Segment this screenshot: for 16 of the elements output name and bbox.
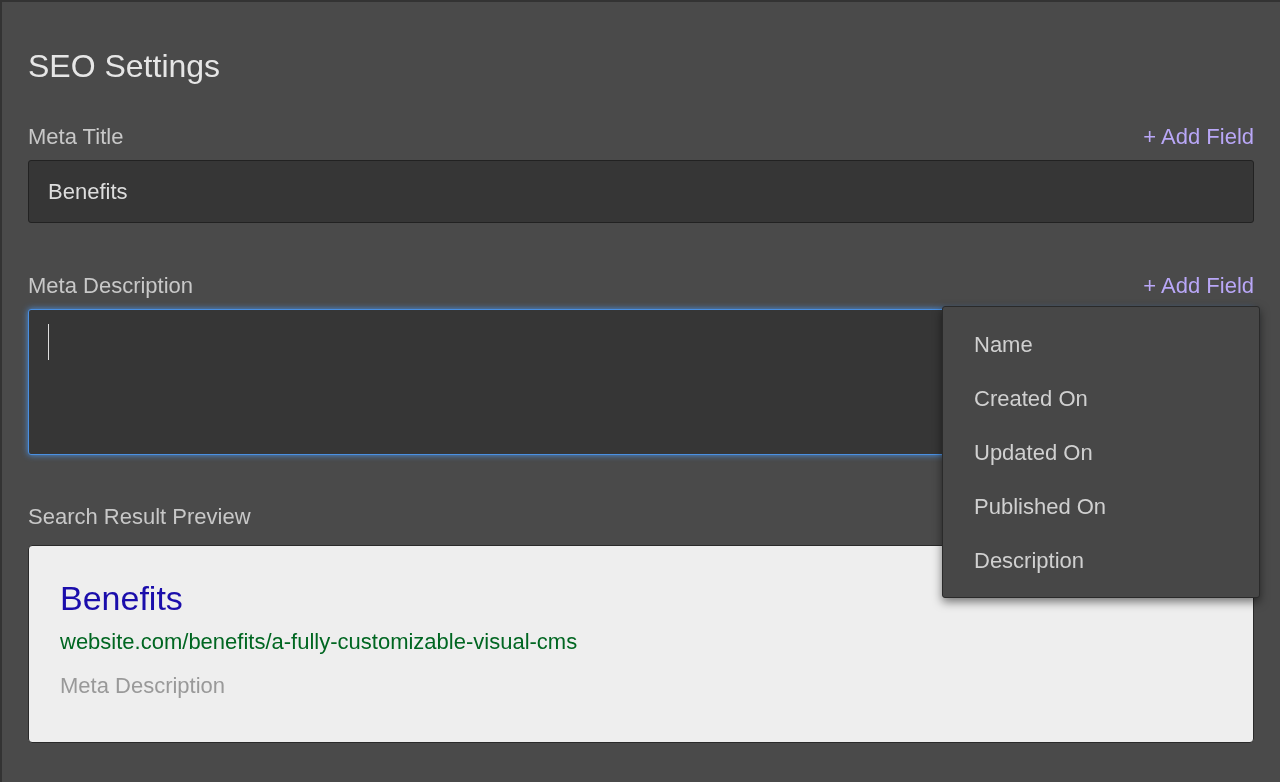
page-title: SEO Settings — [28, 47, 222, 86]
add-field-link[interactable]: + Add Field — [1143, 268, 1254, 302]
field-label: Meta Description — [28, 271, 194, 300]
preview-description: Meta Description — [60, 672, 227, 700]
add-field-link[interactable]: + Add Field — [1143, 119, 1254, 153]
field-label: Meta Title — [28, 122, 124, 151]
menu-item[interactable]: Updated On — [943, 425, 1259, 479]
menu-item[interactable]: Description — [943, 533, 1259, 587]
preview-label: Search Result Preview — [28, 503, 251, 531]
preview-title: Benefits — [60, 578, 184, 619]
menu-item[interactable]: Name — [943, 317, 1259, 371]
menu-item[interactable]: Created On — [943, 371, 1259, 425]
preview-url: website.com/benefits/a-fully-customizable-visual-cms — [60, 628, 579, 656]
text-cursor — [48, 324, 49, 360]
menu-item[interactable]: Published On — [943, 479, 1259, 533]
text-input-field[interactable]: Benefits — [28, 160, 1254, 223]
